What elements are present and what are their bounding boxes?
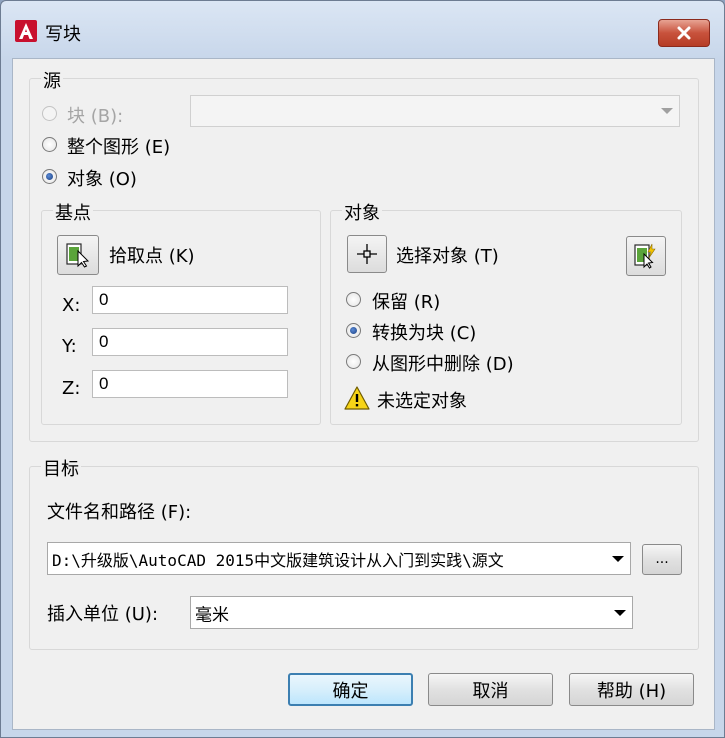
pick-point-button[interactable] <box>57 235 99 275</box>
units-label: 插入单位 (U): <box>47 604 159 625</box>
convert-to-block-label: 转换为块 (C) <box>372 323 477 344</box>
entire-drawing-radio[interactable] <box>42 137 57 152</box>
dialog-body: 源 块 (B): 整个图形 (E) 对象 (O) 基点 拾取点 (K) X: 0… <box>12 58 715 730</box>
crosshair-icon <box>357 244 377 264</box>
no-objects-selected-text: 未选定对象 <box>377 391 467 412</box>
cancel-button[interactable]: 取消 <box>428 673 553 706</box>
filename-combo[interactable]: D:\升级版\AutoCAD 2015中文版建筑设计从入门到实践\源文 <box>47 542 631 575</box>
close-button[interactable] <box>658 19 710 47</box>
destination-group-label: 目标 <box>41 455 81 481</box>
entire-drawing-label: 整个图形 (E) <box>67 137 171 158</box>
base-y-input[interactable]: 0 <box>92 328 288 356</box>
ok-button[interactable]: 确定 <box>288 673 413 706</box>
base-x-input[interactable]: 0 <box>92 286 288 314</box>
convert-to-block-radio[interactable] <box>346 323 361 338</box>
help-button[interactable]: 帮助 (H) <box>569 673 694 706</box>
y-label: Y: <box>62 336 77 357</box>
close-icon <box>677 26 691 40</box>
select-objects-button[interactable] <box>347 235 387 273</box>
insert-units-combo[interactable]: 毫米 <box>190 596 633 629</box>
title-bar[interactable]: 写块 <box>1 1 724 59</box>
write-block-dialog: 写块 源 块 (B): 整个图形 (E) 对象 (O) 基点 拾取点 (K) X… <box>0 0 725 738</box>
block-radio-label: 块 (B): <box>67 106 124 127</box>
z-label: Z: <box>62 378 81 399</box>
insert-units-value: 毫米 <box>195 605 229 625</box>
pick-point-label: 拾取点 (K) <box>109 246 195 267</box>
objects-group-label: 对象 <box>342 199 382 225</box>
delete-from-drawing-radio[interactable] <box>346 354 361 369</box>
base-z-input[interactable]: 0 <box>92 370 288 398</box>
quick-select-button[interactable] <box>626 236 666 276</box>
filename-label: 文件名和路径 (F): <box>47 502 192 523</box>
chevron-down-icon <box>612 555 624 562</box>
select-objects-label: 选择对象 (T) <box>396 246 499 267</box>
window-title: 写块 <box>45 24 81 45</box>
warning-icon <box>344 386 370 410</box>
retain-label: 保留 (R) <box>372 292 441 313</box>
objects-radio-label: 对象 (O) <box>67 169 137 190</box>
quick-select-icon <box>634 243 656 269</box>
objects-radio[interactable] <box>42 169 57 184</box>
pick-point-icon <box>66 243 90 268</box>
block-radio[interactable] <box>42 106 57 121</box>
block-name-combo[interactable] <box>190 95 680 127</box>
retain-radio[interactable] <box>346 292 361 307</box>
filename-value: D:\升级版\AutoCAD 2015中文版建筑设计从入门到实践\源文 <box>52 550 504 570</box>
autocad-logo-icon <box>15 20 37 42</box>
delete-from-drawing-label: 从图形中删除 (D) <box>372 354 514 375</box>
chevron-down-icon <box>661 108 673 114</box>
chevron-down-icon <box>614 609 626 616</box>
x-label: X: <box>62 295 81 316</box>
browse-button[interactable]: ... <box>642 544 682 575</box>
source-group-label: 源 <box>41 67 63 93</box>
base-point-group-label: 基点 <box>53 199 93 225</box>
